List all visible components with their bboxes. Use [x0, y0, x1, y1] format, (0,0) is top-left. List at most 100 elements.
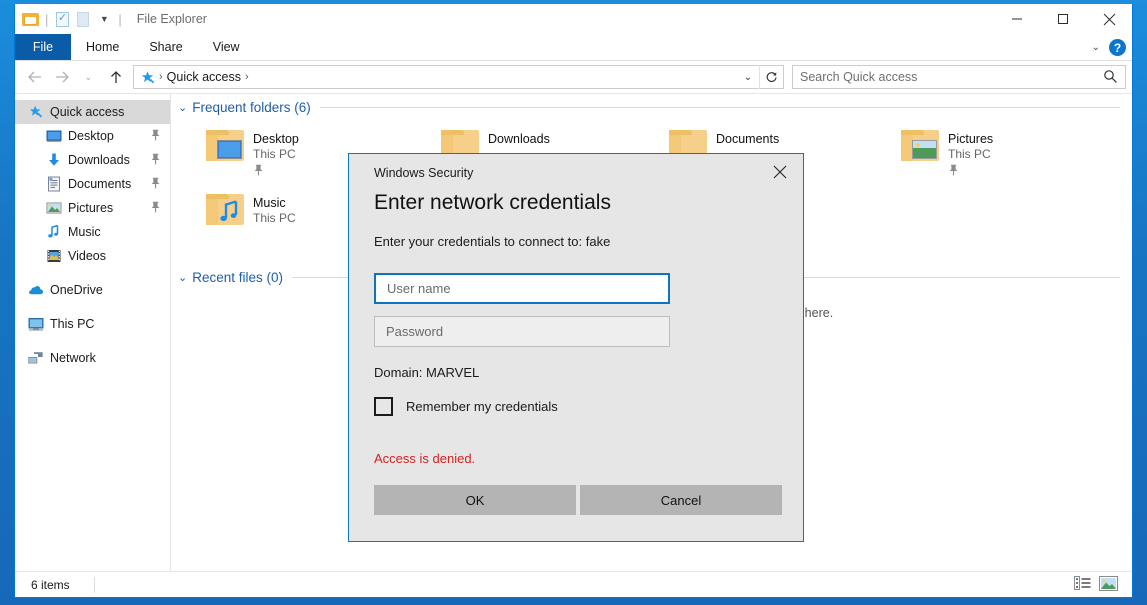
- folder-tile-name: Documents: [716, 132, 780, 146]
- group-header-label: Recent files (0): [192, 270, 284, 285]
- sidebar-item-label: Pictures: [68, 201, 114, 215]
- back-button[interactable]: [21, 64, 48, 91]
- this-pc-icon: [28, 316, 44, 332]
- help-icon[interactable]: ?: [1109, 39, 1126, 56]
- details-view-icon[interactable]: [1074, 576, 1091, 596]
- explorer-icon[interactable]: [22, 12, 39, 27]
- status-item-count: 6 items: [31, 577, 70, 592]
- windows-security-dialog: Windows Security Enter network credentia…: [348, 153, 804, 542]
- search-icon[interactable]: [1103, 69, 1118, 89]
- address-bar[interactable]: › Quick access › ⌄: [133, 65, 784, 89]
- chevron-down-icon[interactable]: ⌄: [178, 271, 187, 284]
- sidebar-item-videos[interactable]: Videos: [15, 244, 170, 268]
- star-pin-icon: [28, 104, 44, 120]
- quick-access-toolbar: | ▼ | File Explorer: [15, 11, 207, 27]
- maximize-button[interactable]: [1040, 4, 1086, 34]
- pictures-icon: [46, 200, 62, 216]
- tab-home[interactable]: Home: [71, 34, 134, 60]
- sidebar-item-pictures[interactable]: Pictures: [15, 196, 170, 220]
- close-button[interactable]: [1086, 4, 1132, 34]
- search-input[interactable]: Search Quick access: [792, 65, 1126, 89]
- username-input[interactable]: User name: [374, 273, 670, 304]
- window-controls: [994, 4, 1132, 34]
- folder-tile-meta: Documents: [716, 130, 779, 147]
- remember-credentials-row[interactable]: Remember my credentials: [374, 397, 558, 416]
- desktop-icon: [46, 128, 62, 144]
- folder-music-icon: [206, 194, 244, 226]
- ok-button[interactable]: OK: [374, 485, 576, 515]
- sidebar-item-downloads[interactable]: Downloads: [15, 148, 170, 172]
- sidebar-item-label: Downloads: [68, 153, 130, 167]
- expand-ribbon-icon[interactable]: ⌄: [1092, 42, 1100, 53]
- password-input[interactable]: Password: [374, 316, 670, 347]
- folder-tile-name: Music: [253, 196, 286, 210]
- sidebar-item-quick-access[interactable]: Quick access: [15, 100, 170, 124]
- address-dropdown-icon[interactable]: ⌄: [737, 65, 759, 89]
- title-bar: | ▼ | File Explorer: [15, 4, 1132, 34]
- folder-desktop-icon: [206, 130, 244, 162]
- dialog-heading: Enter network credentials: [374, 191, 611, 214]
- dialog-prompt: Enter your credentials to connect to: fa…: [374, 234, 611, 249]
- tab-file[interactable]: File: [15, 34, 71, 60]
- folder-tile-sub: This PC: [253, 211, 296, 225]
- sidebar-item-label: Music: [68, 225, 101, 239]
- sidebar-item-desktop[interactable]: Desktop: [15, 124, 170, 148]
- folder-tile-desktop[interactable]: Desktop This PC: [206, 130, 299, 181]
- remember-credentials-checkbox[interactable]: [374, 397, 393, 416]
- customize-qat-icon[interactable]: ▼: [96, 11, 112, 27]
- status-divider: [94, 577, 95, 593]
- star-pin-icon: [140, 70, 155, 85]
- breadcrumb-separator-1[interactable]: ›: [245, 71, 249, 83]
- sidebar-item-label: Network: [50, 351, 96, 365]
- breadcrumb: › Quick access ›: [134, 70, 249, 85]
- new-folder-icon[interactable]: [75, 11, 91, 27]
- document-icon: [46, 176, 62, 192]
- status-bar: 6 items: [15, 571, 1132, 597]
- pin-icon[interactable]: [150, 153, 161, 168]
- recent-locations-button[interactable]: ⌄: [75, 64, 102, 91]
- properties-icon[interactable]: [54, 11, 70, 27]
- pin-icon[interactable]: [150, 129, 161, 144]
- tab-view[interactable]: View: [198, 34, 255, 60]
- folder-tile-sub: This PC: [253, 147, 296, 161]
- folder-tile-meta: Desktop This PC: [253, 130, 299, 181]
- search-placeholder: Search Quick access: [800, 70, 918, 84]
- breadcrumb-separator-0[interactable]: ›: [159, 71, 163, 83]
- sidebar-item-onedrive[interactable]: OneDrive: [15, 278, 170, 302]
- refresh-icon[interactable]: [759, 65, 783, 89]
- folder-tile-pictures[interactable]: Pictures This PC: [901, 130, 993, 181]
- network-icon: [28, 350, 44, 366]
- pin-icon[interactable]: [150, 177, 161, 192]
- sidebar-item-documents[interactable]: Documents: [15, 172, 170, 196]
- tab-share[interactable]: Share: [134, 34, 197, 60]
- group-header-frequent-folders[interactable]: ⌄ Frequent folders (6): [171, 100, 1132, 115]
- sidebar-item-network[interactable]: Network: [15, 346, 170, 370]
- sidebar-item-label: OneDrive: [50, 283, 103, 297]
- sidebar-item-this-pc[interactable]: This PC: [15, 312, 170, 336]
- group-header-label: Frequent folders (6): [192, 100, 311, 115]
- navigation-pane: Quick access Desktop Downloads Documents…: [15, 94, 171, 571]
- forward-button[interactable]: [48, 64, 75, 91]
- sidebar-item-label: This PC: [50, 317, 95, 331]
- group-divider: [319, 107, 1120, 108]
- folder-tile-name: Pictures: [948, 132, 994, 146]
- chevron-down-icon[interactable]: ⌄: [178, 101, 187, 114]
- up-button[interactable]: [102, 64, 129, 91]
- large-icons-view-icon[interactable]: [1099, 576, 1118, 596]
- dialog-close-button[interactable]: [763, 159, 797, 185]
- pin-icon[interactable]: [150, 201, 161, 216]
- minimize-button[interactable]: [994, 4, 1040, 34]
- ribbon-right-controls: ⌄ ?: [1092, 34, 1126, 61]
- cancel-button[interactable]: Cancel: [580, 485, 782, 515]
- remember-credentials-label: Remember my credentials: [406, 399, 558, 414]
- sidebar-item-label: Videos: [68, 249, 106, 263]
- username-placeholder: User name: [387, 281, 451, 296]
- sidebar-item-music[interactable]: Music: [15, 220, 170, 244]
- folder-tile-name: Downloads: [488, 132, 550, 146]
- folder-tile-music[interactable]: Music This PC: [206, 194, 296, 226]
- breadcrumb-item-quick-access[interactable]: Quick access: [167, 70, 241, 84]
- qat-divider-2: |: [118, 11, 122, 27]
- folder-tile-meta: Music This PC: [253, 194, 296, 226]
